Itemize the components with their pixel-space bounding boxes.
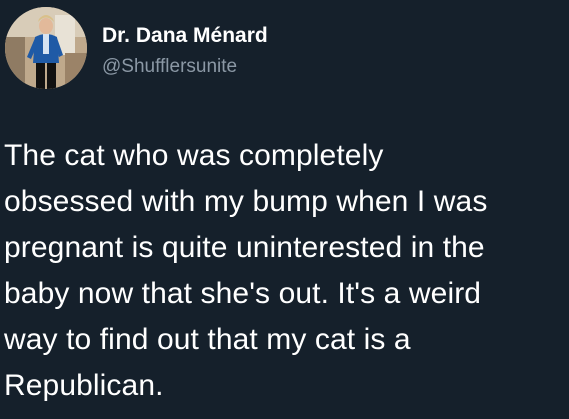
- tweet-card: Dr. Dana Ménard @Shufflersunite The cat …: [0, 0, 569, 419]
- avatar[interactable]: [5, 7, 87, 89]
- author-handle[interactable]: @Shufflersunite: [102, 56, 237, 78]
- profile-photo-image: [5, 7, 87, 89]
- author-display-name[interactable]: Dr. Dana Ménard: [102, 24, 268, 48]
- tweet-text: The cat who was completely obsessed with…: [4, 139, 488, 402]
